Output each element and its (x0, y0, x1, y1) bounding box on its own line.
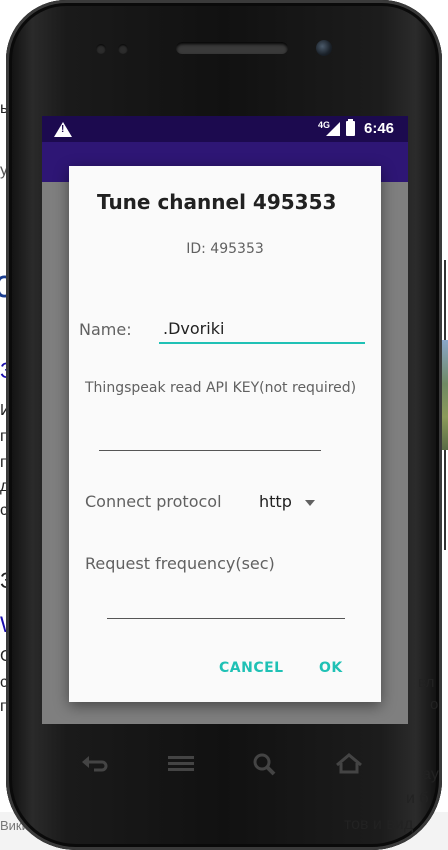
back-icon[interactable] (80, 752, 110, 776)
frequency-input[interactable] (107, 592, 345, 619)
channel-id: ID: 495353 (186, 241, 264, 257)
home-icon[interactable] (334, 752, 364, 776)
dialog-title: Tune channel 495353 (97, 190, 337, 214)
api-key-input[interactable] (99, 424, 321, 451)
sensor-dot (96, 44, 106, 54)
cancel-button[interactable]: CANCEL (213, 656, 290, 680)
signal-icon (326, 122, 340, 136)
nav-bar (42, 736, 408, 792)
front-camera (316, 40, 332, 56)
battery-charging-icon (346, 119, 355, 136)
protocol-value: http (259, 492, 292, 511)
frequency-label: Request frequency(sec) (85, 554, 275, 573)
bg-text: ay (422, 766, 439, 783)
protocol-label: Connect protocol (85, 492, 222, 511)
earpiece (176, 42, 288, 54)
warning-icon (54, 122, 72, 137)
menu-icon[interactable] (166, 752, 196, 776)
status-bar: 4G 6:46 (42, 116, 408, 142)
search-icon[interactable] (250, 752, 280, 776)
sensor-dot (118, 44, 128, 54)
ok-button[interactable]: OK (313, 656, 349, 680)
name-label: Name: (79, 320, 132, 339)
status-time: 6:46 (364, 120, 395, 137)
dropdown-arrow-icon (305, 500, 315, 506)
bg-text: вл (418, 674, 435, 691)
bg-text: о (430, 696, 439, 713)
bg-text: тов и вид (344, 816, 414, 833)
api-key-hint: Thingspeak read API KEY(not required) (85, 380, 357, 396)
name-input[interactable] (159, 316, 365, 344)
protocol-spinner[interactable]: http (253, 488, 325, 516)
bg-text: и б (406, 790, 429, 807)
tune-channel-dialog: Tune channel 495353 ID: 495353 Name: Thi… (69, 166, 381, 702)
